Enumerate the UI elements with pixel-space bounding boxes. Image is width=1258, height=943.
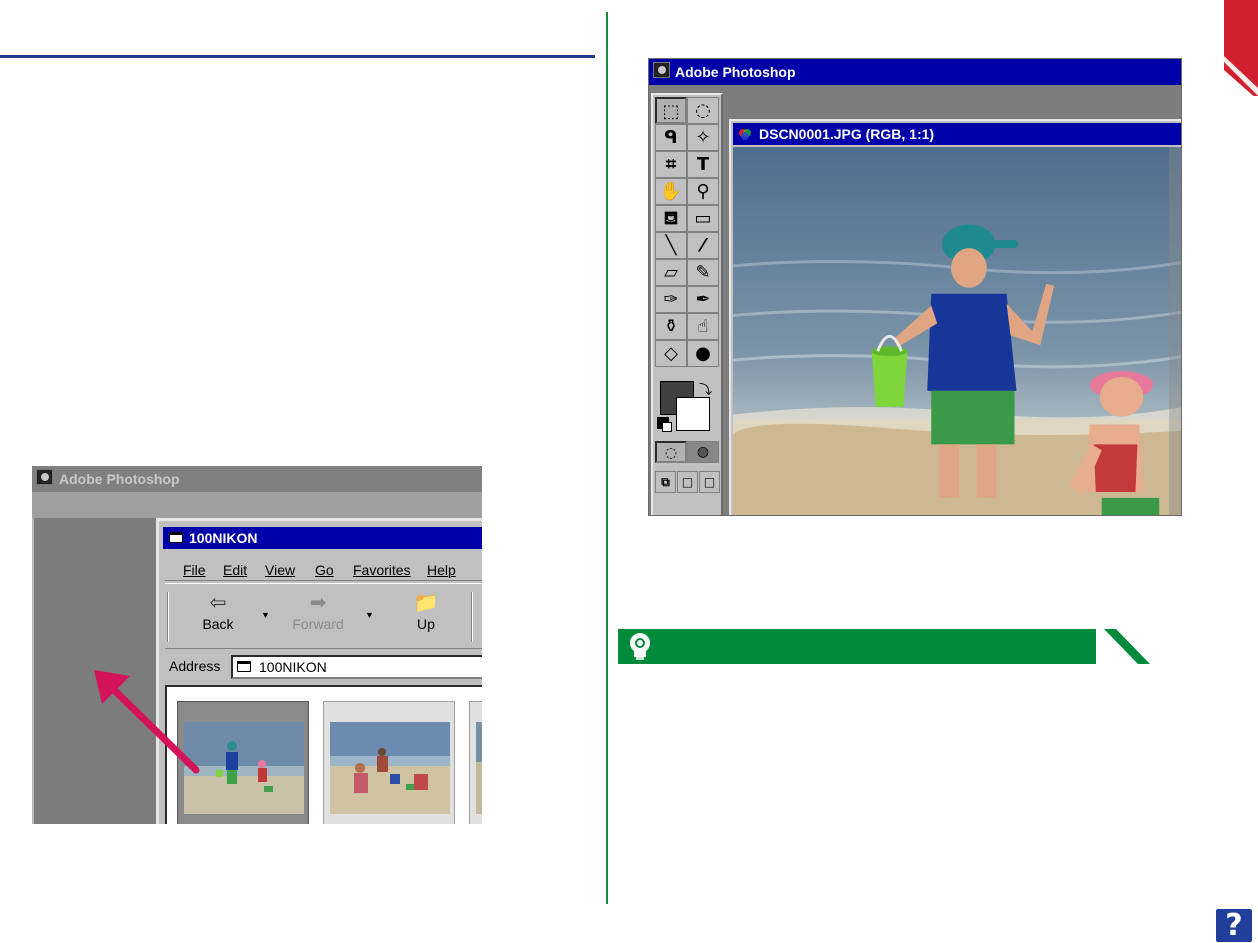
up-folder-icon: 📁 bbox=[413, 592, 439, 614]
document-title: DSCN0001.JPG (RGB, 1:1) bbox=[759, 126, 935, 142]
menu-view[interactable]: View bbox=[265, 562, 295, 578]
paint-bucket-tool-icon[interactable]: ⛾ bbox=[655, 205, 687, 232]
file-list bbox=[165, 685, 482, 824]
gradient-tool-icon[interactable]: ▭ bbox=[687, 205, 719, 232]
forward-label: Forward bbox=[292, 616, 344, 632]
fullscreen-menu-mode-icon[interactable]: □ bbox=[677, 471, 698, 493]
menu-edit[interactable]: Edit bbox=[223, 562, 247, 578]
paintbrush-tool-icon[interactable]: ✒ bbox=[687, 286, 719, 313]
back-label: Back bbox=[202, 616, 234, 632]
photoshop-titlebar: Adobe Photoshop bbox=[32, 466, 482, 492]
window-mode-icon[interactable]: ⧉ bbox=[655, 471, 676, 493]
document-window: DSCN0001.JPG (RGB, 1:1) bbox=[729, 119, 1181, 515]
forward-arrow-icon: ➡ bbox=[309, 592, 327, 614]
airbrush-tool-icon[interactable]: ✑ bbox=[655, 286, 687, 313]
address-value: 100NIKON bbox=[259, 659, 327, 675]
photoshop-logo-icon bbox=[36, 469, 53, 485]
menu-help[interactable]: Help bbox=[427, 562, 456, 578]
marquee-ellipse-tool-icon[interactable]: ◌ bbox=[687, 97, 719, 124]
photoshop-title: Adobe Photoshop bbox=[59, 471, 180, 487]
forward-dropdown-icon[interactable]: ▼ bbox=[365, 610, 374, 620]
blur-tool-icon[interactable]: ◇ bbox=[655, 340, 687, 367]
header-rule bbox=[0, 55, 595, 58]
lasso-tool-icon[interactable]: ᑫ bbox=[655, 124, 687, 151]
pencil-tool-icon[interactable]: ✎ bbox=[687, 259, 719, 286]
rubber-stamp-tool-icon[interactable]: ⚱ bbox=[655, 313, 687, 340]
explorer-toolbar: ⇦ Back ▼ ➡ Forward ▼ 📁 Up bbox=[165, 583, 482, 649]
marquee-rect-tool-icon[interactable]: ⬚ bbox=[655, 97, 687, 124]
eyedropper-tool-icon[interactable]: ⁄ bbox=[687, 232, 719, 259]
photoshop-toolbox: ⬚ ◌ ᑫ ✧ ⌗ T ✋ ⚲ ⛾ ▭ ╲ ⁄ ▱ ✎ ✑ ✒ ⚱ ☝ ◇ ● … bbox=[651, 93, 723, 515]
column-divider bbox=[606, 12, 608, 904]
photoshop-logo-icon bbox=[653, 62, 670, 78]
tip-banner bbox=[618, 629, 1150, 664]
photoshop-document-screenshot: Adobe Photoshop ⬚ ◌ ᑫ ✧ ⌗ T ✋ ⚲ ⛾ ▭ ╲ ⁄ … bbox=[648, 58, 1182, 516]
toolbar-grip bbox=[167, 592, 169, 642]
photoshop-title: Adobe Photoshop bbox=[675, 64, 796, 80]
address-bar: Address 100NIKON bbox=[165, 653, 482, 681]
explorer-menubar: File Edit View Go Favorites Help bbox=[165, 559, 482, 581]
hand-tool-icon[interactable]: ✋ bbox=[655, 178, 687, 205]
fullscreen-mode-icon[interactable]: □ bbox=[699, 471, 720, 493]
beach-photo bbox=[733, 147, 1181, 515]
quick-mask-mode-icon[interactable]: ◍ bbox=[687, 441, 719, 463]
explorer-title: 100NIKON bbox=[189, 530, 258, 546]
address-field[interactable]: 100NIKON bbox=[231, 655, 482, 679]
zoom-tool-icon[interactable]: ⚲ bbox=[687, 178, 719, 205]
photoshop-menubar bbox=[32, 492, 482, 518]
thumbnail-image bbox=[330, 722, 450, 814]
menu-favorites[interactable]: Favorites bbox=[353, 562, 411, 578]
folder-icon bbox=[169, 532, 183, 543]
thumbnail-item[interactable] bbox=[469, 701, 482, 824]
burn-tool-icon[interactable]: ● bbox=[687, 340, 719, 367]
back-button[interactable]: ⇦ Back bbox=[183, 590, 253, 644]
rgb-channels-icon bbox=[739, 129, 751, 140]
eraser-tool-icon[interactable]: ▱ bbox=[655, 259, 687, 286]
up-label: Up bbox=[417, 616, 435, 632]
menu-go[interactable]: Go bbox=[315, 562, 334, 578]
default-colors-icon[interactable] bbox=[657, 417, 672, 432]
thumbnail-item[interactable] bbox=[323, 701, 455, 824]
type-tool-icon[interactable]: T bbox=[687, 151, 719, 178]
toolbar-separator bbox=[471, 592, 473, 642]
magic-wand-tool-icon[interactable]: ✧ bbox=[687, 124, 719, 151]
help-button[interactable]: ? bbox=[1216, 909, 1252, 942]
standard-mode-icon[interactable]: ◌ bbox=[655, 441, 687, 463]
document-titlebar[interactable]: DSCN0001.JPG (RGB, 1:1) bbox=[733, 123, 1181, 145]
background-color-swatch[interactable] bbox=[676, 397, 710, 431]
back-dropdown-icon[interactable]: ▼ bbox=[261, 610, 270, 620]
corner-tab-icon bbox=[1224, 0, 1258, 96]
folder-icon bbox=[237, 661, 251, 672]
back-arrow-icon: ⇦ bbox=[209, 592, 227, 614]
swap-colors-icon[interactable]: ⤵ bbox=[699, 379, 712, 398]
smudge-tool-icon[interactable]: ☝ bbox=[687, 313, 719, 340]
thumbnail-image bbox=[476, 722, 482, 814]
line-tool-icon[interactable]: ╲ bbox=[655, 232, 687, 259]
explorer-titlebar[interactable]: 100NIKON bbox=[163, 527, 482, 549]
photoshop-titlebar[interactable]: Adobe Photoshop bbox=[649, 59, 1181, 85]
crop-tool-icon[interactable]: ⌗ bbox=[655, 151, 687, 178]
forward-button[interactable]: ➡ Forward bbox=[283, 590, 353, 644]
up-button[interactable]: 📁 Up bbox=[391, 590, 461, 644]
pink-arrow-icon bbox=[94, 670, 200, 774]
menu-file[interactable]: File bbox=[183, 562, 206, 578]
